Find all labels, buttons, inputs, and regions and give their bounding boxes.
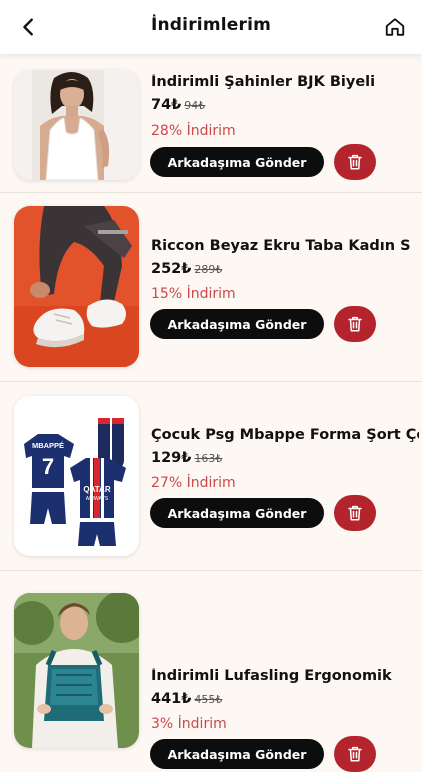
- send-to-friend-button[interactable]: Arkadaşıma Gönder: [150, 309, 324, 339]
- trash-icon: [348, 505, 362, 521]
- product-image[interactable]: [14, 206, 139, 367]
- jersey-sponsor-text: QATAR: [83, 485, 110, 494]
- trash-icon: [348, 154, 362, 170]
- delete-button[interactable]: [334, 144, 376, 180]
- current-price: 129₺: [151, 450, 192, 466]
- home-icon: [385, 18, 405, 36]
- list-item[interactable]: Riccon Beyaz Ekru Taba Kadın S 252₺ 289₺ …: [0, 193, 422, 382]
- product-image[interactable]: MBAPPÉ 7 QATAR AIRWAYS: [14, 396, 139, 556]
- page-title: İndirimlerim: [150, 15, 272, 35]
- product-name: Riccon Beyaz Ekru Taba Kadın S: [151, 238, 411, 254]
- send-to-friend-button[interactable]: Arkadaşıma Gönder: [150, 147, 324, 177]
- product-price: 74₺ 94₺: [151, 97, 205, 113]
- jersey-number-text: 7: [42, 454, 54, 479]
- discount-label: 28% İndirim: [151, 123, 236, 139]
- trash-icon: [348, 746, 362, 762]
- product-image[interactable]: [14, 70, 139, 180]
- jersey-name-text: MBAPPÉ: [32, 441, 64, 450]
- discount-label: 27% İndirim: [151, 475, 236, 491]
- list-item[interactable]: MBAPPÉ 7 QATAR AIRWAYS Çocuk Psg Mbappe …: [0, 382, 422, 571]
- trash-icon: [348, 316, 362, 332]
- product-name: Çocuk Psg Mbappe Forma Şort Ço: [151, 427, 419, 443]
- old-price: 94₺: [184, 99, 206, 112]
- send-to-friend-button[interactable]: Arkadaşıma Gönder: [150, 739, 324, 769]
- discount-label: 15% İndirim: [151, 286, 236, 302]
- jersey-sponsor-sub-text: AIRWAYS: [86, 496, 109, 502]
- product-name: İndirimli Lufasling Ergonomik: [151, 668, 392, 684]
- top-bar: İndirimlerim: [0, 0, 422, 54]
- send-to-friend-button[interactable]: Arkadaşıma Gönder: [150, 498, 324, 528]
- list-item[interactable]: İndirimli Şahinler BJK Biyeli 74₺ 94₺ 28%…: [0, 54, 422, 193]
- product-price: 129₺ 163₺: [151, 450, 222, 466]
- current-price: 74₺: [151, 97, 182, 113]
- current-price: 441₺: [151, 691, 192, 707]
- delete-button[interactable]: [334, 736, 376, 772]
- old-price: 163₺: [194, 452, 223, 465]
- product-image[interactable]: [14, 593, 139, 748]
- product-name: İndirimli Şahinler BJK Biyeli: [151, 74, 376, 90]
- delete-button[interactable]: [334, 495, 376, 531]
- current-price: 252₺: [151, 261, 192, 277]
- product-price: 441₺ 455₺: [151, 691, 222, 707]
- home-button[interactable]: [380, 12, 410, 42]
- delete-button[interactable]: [334, 306, 376, 342]
- old-price: 289₺: [194, 263, 223, 276]
- discount-label: 3% İndirim: [151, 716, 227, 732]
- list-item[interactable]: İndirimli Lufasling Ergonomik 441₺ 455₺ 3…: [0, 571, 422, 772]
- old-price: 455₺: [194, 693, 223, 706]
- product-price: 252₺ 289₺: [151, 261, 222, 277]
